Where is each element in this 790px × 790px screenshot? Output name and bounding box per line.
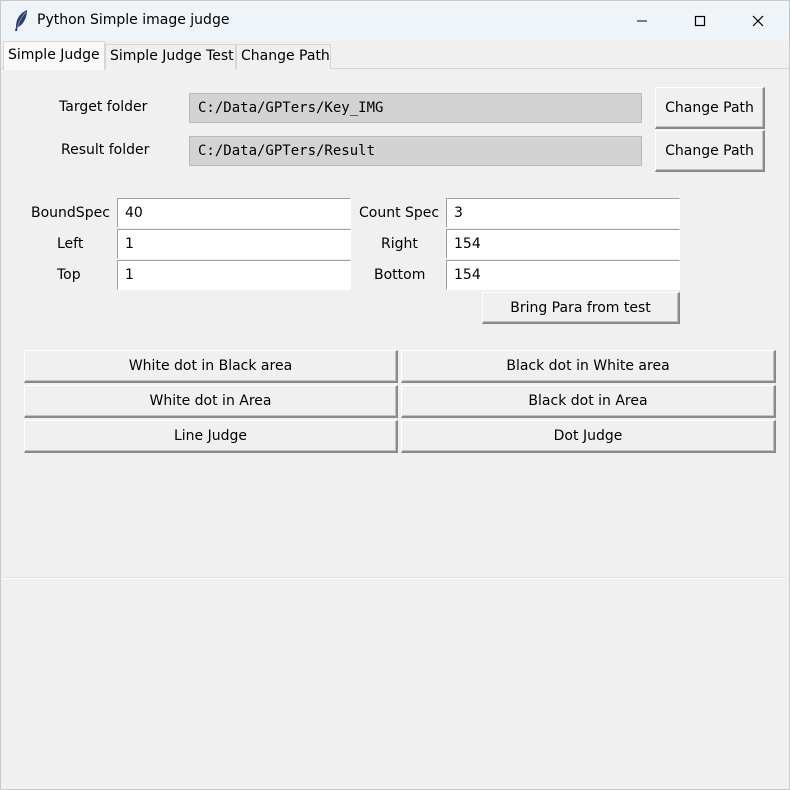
bound-spec-label: BoundSpec [31, 205, 110, 221]
left-label: Left [57, 236, 84, 252]
right-input[interactable]: 154 [446, 229, 680, 259]
count-spec-label: Count Spec [359, 205, 440, 221]
target-folder-field[interactable]: C:/Data/GPTers/Key_IMG [189, 93, 642, 123]
maximize-icon [694, 15, 706, 27]
dot-judge-button[interactable]: Dot Judge [401, 420, 776, 453]
count-spec-input[interactable]: 3 [446, 198, 680, 228]
tab-bar: Simple Judge Simple Judge Test Change Pa… [1, 41, 789, 70]
black-dot-in-area-button[interactable]: Black dot in Area [401, 385, 776, 418]
black-dot-in-white-area-button[interactable]: Black dot in White area [401, 350, 776, 383]
result-folder-label: Result folder [61, 142, 150, 158]
bring-para-from-test-button[interactable]: Bring Para from test [482, 292, 680, 324]
bottom-input[interactable]: 154 [446, 260, 680, 290]
feather-icon [11, 9, 31, 33]
tab-change-path[interactable]: Change Path [236, 44, 331, 69]
close-icon [752, 15, 764, 27]
panel-separator [3, 577, 787, 579]
minimize-button[interactable] [613, 1, 671, 41]
app-window: Python Simple image judge Simple Judge S… [0, 0, 790, 790]
maximize-button[interactable] [671, 1, 729, 41]
title-bar[interactable]: Python Simple image judge [1, 1, 789, 41]
top-input[interactable]: 1 [117, 260, 351, 290]
white-dot-in-area-button[interactable]: White dot in Area [24, 385, 398, 418]
white-dot-in-black-area-button[interactable]: White dot in Black area [24, 350, 398, 383]
change-target-path-button[interactable]: Change Path [655, 87, 765, 129]
result-folder-field[interactable]: C:/Data/GPTers/Result [189, 136, 642, 166]
top-label: Top [57, 267, 81, 283]
line-judge-button[interactable]: Line Judge [24, 420, 398, 453]
left-input[interactable]: 1 [117, 229, 351, 259]
bound-spec-input[interactable]: 40 [117, 198, 351, 228]
bottom-label: Bottom [374, 267, 426, 283]
target-folder-label: Target folder [59, 99, 148, 115]
close-button[interactable] [729, 1, 787, 41]
minimize-icon [637, 20, 647, 22]
tab-simple-judge-test[interactable]: Simple Judge Test [105, 44, 236, 69]
change-result-path-button[interactable]: Change Path [655, 130, 765, 172]
tab-simple-judge[interactable]: Simple Judge [3, 41, 105, 70]
right-label: Right [381, 236, 418, 252]
window-title: Python Simple image judge [37, 12, 230, 28]
